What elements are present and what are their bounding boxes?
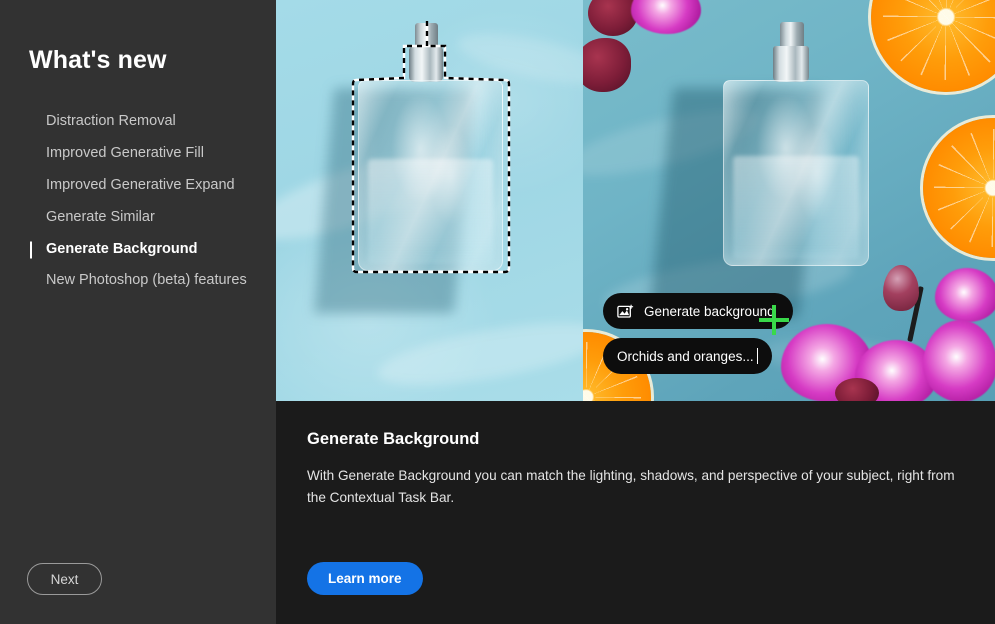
sidebar-item-label: Generate Background <box>46 241 198 258</box>
sidebar-item-label: Improved Generative Expand <box>46 177 235 194</box>
content-panel: Generate background Orchids and oranges.… <box>276 0 995 624</box>
sidebar: What's new Distraction Removal Improved … <box>0 0 276 624</box>
active-indicator-bar <box>30 241 32 259</box>
whats-new-dialog: What's new Distraction Removal Improved … <box>0 0 995 624</box>
feature-preview-image: Generate background Orchids and oranges.… <box>276 0 995 401</box>
sidebar-item-distraction-removal[interactable]: Distraction Removal <box>0 106 276 138</box>
feature-title: Generate Background <box>307 430 480 448</box>
whats-new-nav: Distraction Removal Improved Generative … <box>0 106 276 312</box>
bottle-collar <box>773 46 809 82</box>
bottle-liquid <box>732 156 860 260</box>
feature-detail: Generate Background With Generate Backgr… <box>276 401 995 624</box>
sidebar-item-label: Distraction Removal <box>46 113 176 130</box>
crosshair-vertical-bar <box>772 305 776 335</box>
sidebar-item-new-photoshop-beta-features[interactable]: New Photoshop (beta) features <box>0 266 276 312</box>
sidebar-item-label: New Photoshop (beta) features <box>46 272 247 288</box>
perfume-bottle <box>276 0 583 401</box>
sidebar-item-improved-generative-fill[interactable]: Improved Generative Fill <box>0 138 276 170</box>
crosshair-cursor <box>759 305 789 335</box>
before-image <box>276 0 583 401</box>
bottle-body <box>723 80 869 266</box>
learn-more-button[interactable]: Learn more <box>307 562 423 595</box>
feature-description: With Generate Background you can match t… <box>307 468 955 506</box>
sidebar-item-generate-background[interactable]: Generate Background <box>0 234 276 266</box>
sidebar-item-label: Improved Generative Fill <box>46 145 204 162</box>
next-button[interactable]: Next <box>27 563 102 595</box>
sidebar-item-generate-similar[interactable]: Generate Similar <box>0 202 276 234</box>
image-icon <box>617 304 634 319</box>
bottle-nozzle <box>415 23 438 50</box>
bottle-body <box>358 80 503 271</box>
prompt-value: Orchids and oranges... <box>617 348 754 364</box>
page-title: What's new <box>29 46 167 74</box>
bottle-liquid <box>367 158 494 265</box>
sidebar-item-improved-generative-expand[interactable]: Improved Generative Expand <box>0 170 276 202</box>
sidebar-item-label: Generate Similar <box>46 209 155 226</box>
bottle-nozzle <box>780 22 804 49</box>
prompt-input[interactable]: Orchids and oranges... <box>603 338 772 374</box>
generate-background-label: Generate background <box>644 303 775 319</box>
text-caret <box>756 348 758 364</box>
bottle-collar <box>409 47 443 82</box>
